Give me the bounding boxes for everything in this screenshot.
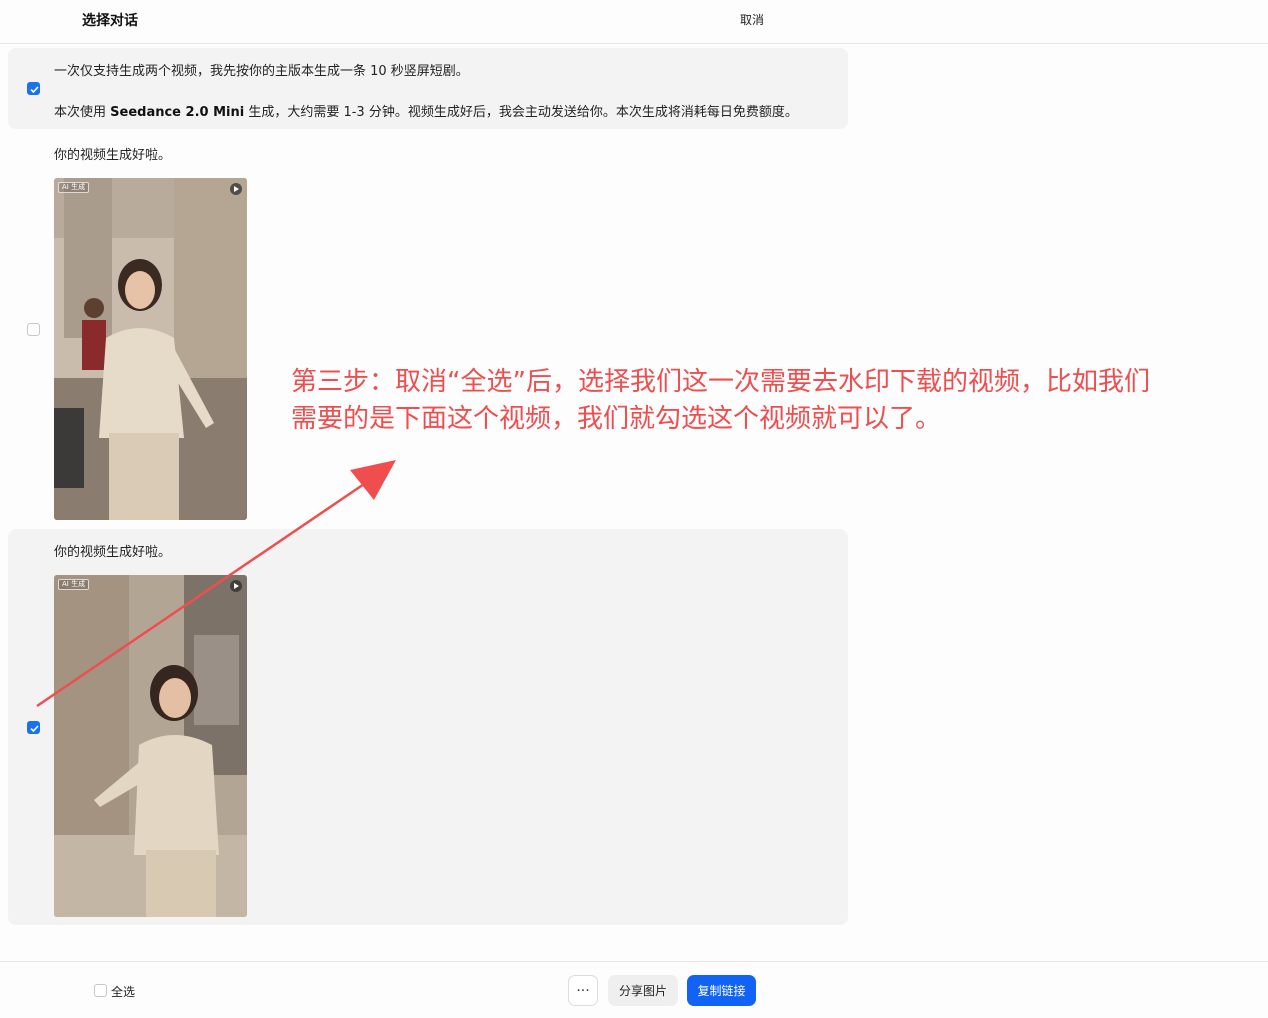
video-thumbnail-2[interactable]: AI 生成 — [54, 575, 247, 917]
video-thumbnail-1[interactable]: AI 生成 — [54, 178, 247, 520]
page-title: 选择对话 — [82, 13, 138, 29]
message-3-text: 你的视频生成好啦。 — [54, 545, 172, 560]
message-2-checkbox[interactable] — [27, 323, 40, 336]
copy-link-button[interactable]: 复制链接 — [687, 975, 756, 1006]
model-name: Seedance 2.0 Mini — [110, 105, 245, 120]
ai-generated-tag: AI 生成 — [58, 182, 90, 193]
message-1-line-2-prefix: 本次使用 — [54, 105, 111, 120]
instruction-annotation: 第三步：取消“全选”后，选择我们这一次需要去水印下载的视频，比如我们需要的是下面… — [291, 367, 1150, 434]
more-icon: ··· — [576, 982, 590, 999]
message-1-line-2-suffix: 生成，大约需要 1-3 分钟。视频生成好后，我会主动发送给你。本次生成将消耗每日… — [244, 105, 798, 120]
checkmark-icon — [30, 725, 39, 733]
play-icon[interactable] — [230, 580, 242, 592]
play-icon[interactable] — [230, 183, 242, 195]
message-1-checkbox[interactable] — [27, 82, 40, 95]
top-bar: 选择对话 取消 — [0, 0, 1268, 44]
message-3-checkbox[interactable] — [27, 721, 40, 734]
more-button[interactable]: ··· — [568, 975, 598, 1006]
checkmark-icon — [30, 86, 39, 94]
select-all-checkbox[interactable] — [94, 984, 107, 997]
message-1-line-2: 本次使用 Seedance 2.0 Mini 生成，大约需要 1-3 分钟。视频… — [54, 101, 798, 120]
message-1-line-1: 一次仅支持生成两个视频，我先按你的主版本生成一条 10 秒竖屏短剧。 — [54, 64, 469, 79]
cancel-button[interactable]: 取消 — [740, 11, 764, 28]
ai-generated-tag: AI 生成 — [58, 579, 90, 590]
share-image-button[interactable]: 分享图片 — [608, 975, 678, 1006]
bottom-toolbar: 全选 ··· 分享图片 复制链接 — [0, 961, 1268, 1018]
select-all-label: 全选 — [111, 985, 136, 999]
message-2-text: 你的视频生成好啦。 — [54, 148, 172, 163]
video-frame-2 — [54, 575, 247, 917]
video-frame-1 — [54, 178, 247, 520]
